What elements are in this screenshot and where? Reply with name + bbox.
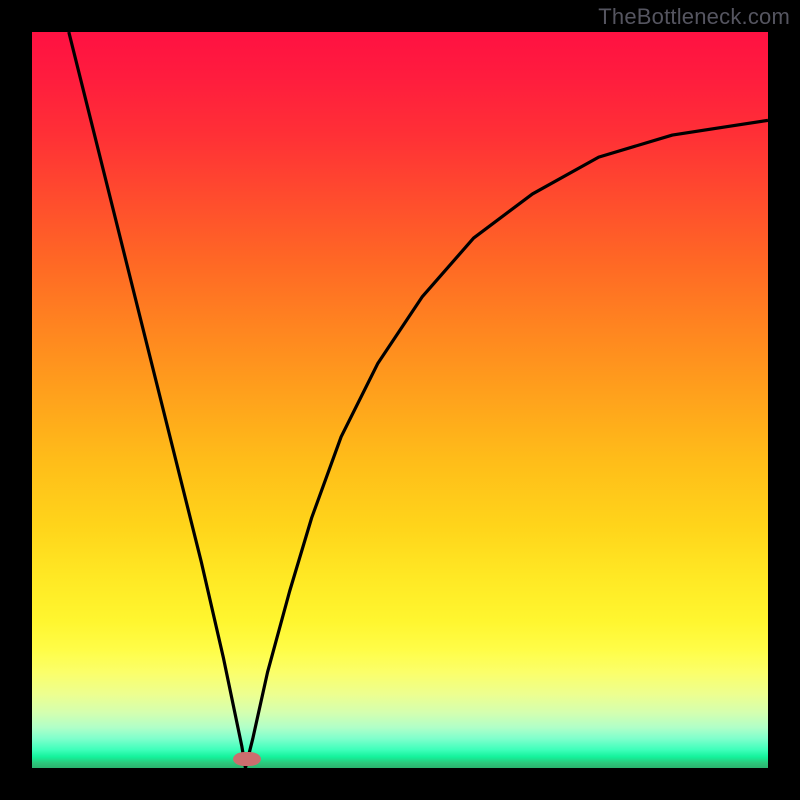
chart-frame: TheBottleneck.com: [0, 0, 800, 800]
curve-layer: [32, 32, 768, 768]
watermark-text: TheBottleneck.com: [598, 4, 790, 30]
optimal-point-marker: [233, 752, 261, 766]
bottleneck-curve: [69, 32, 768, 768]
plot-area: [32, 32, 768, 768]
